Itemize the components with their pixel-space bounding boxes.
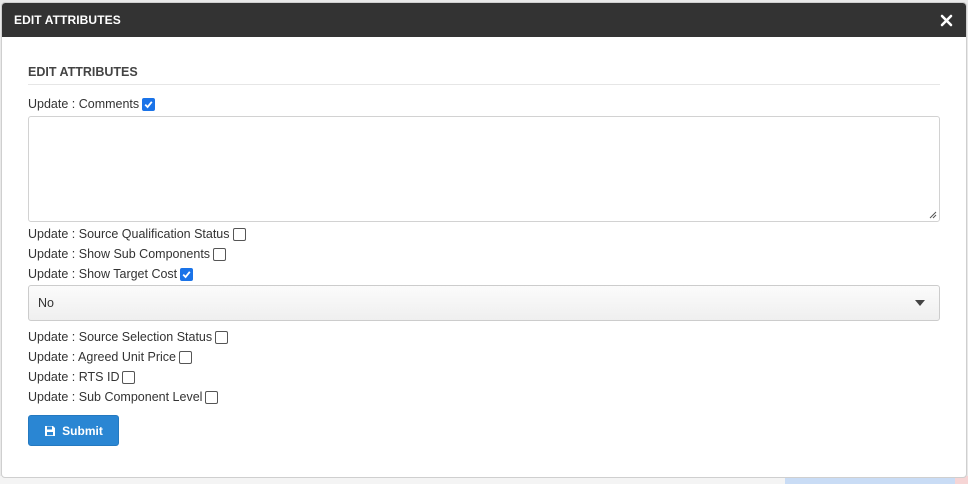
rts-id-label: Update : RTS ID (28, 370, 120, 384)
dialog-body: EDIT ATTRIBUTES Update : Comments Update… (2, 37, 966, 446)
resize-grip-icon[interactable] (927, 209, 937, 219)
comments-textarea[interactable] (28, 116, 940, 222)
rts-id-row: Update : RTS ID (28, 367, 940, 387)
comments-row: Update : Comments (28, 94, 940, 114)
source-qualification-status-row: Update : Source Qualification Status (28, 224, 940, 244)
show-sub-components-label: Update : Show Sub Components (28, 247, 211, 261)
submit-button-label: Submit (62, 423, 103, 438)
show-sub-components-row: Update : Show Sub Components (28, 244, 940, 264)
source-selection-status-row: Update : Source Selection Status (28, 327, 940, 347)
sub-component-level-checkbox[interactable] (205, 390, 219, 404)
source-qualification-status-label: Update : Source Qualification Status (28, 227, 230, 241)
sub-component-level-label: Update : Sub Component Level (28, 390, 203, 404)
source-selection-status-label: Update : Source Selection Status (28, 330, 213, 344)
show-sub-components-checkbox[interactable] (213, 247, 227, 261)
section-title: EDIT ATTRIBUTES (28, 65, 940, 85)
edit-attributes-dialog: EDIT ATTRIBUTES EDIT ATTRIBUTES Update :… (1, 2, 967, 478)
agreed-unit-price-row: Update : Agreed Unit Price (28, 347, 940, 367)
floppy-disk-icon (45, 425, 56, 436)
agreed-unit-price-checkbox[interactable] (179, 350, 192, 364)
show-target-cost-select[interactable]: No (28, 285, 940, 321)
show-target-cost-row: Update : Show Target Cost (28, 264, 940, 284)
rts-id-checkbox[interactable] (122, 370, 136, 384)
dialog-title: EDIT ATTRIBUTES (14, 13, 121, 27)
dialog-header: EDIT ATTRIBUTES (2, 3, 966, 37)
sub-component-level-row: Update : Sub Component Level (28, 387, 940, 407)
submit-button[interactable]: Submit (28, 415, 119, 446)
show-target-cost-label: Update : Show Target Cost (28, 267, 178, 281)
show-target-cost-checkbox[interactable] (180, 267, 194, 281)
chevron-down-icon (915, 300, 925, 306)
agreed-unit-price-label: Update : Agreed Unit Price (28, 350, 176, 364)
close-icon[interactable] (938, 12, 954, 28)
show-target-cost-select-value: No (38, 296, 54, 310)
comments-checkbox[interactable] (142, 97, 156, 111)
source-qualification-status-checkbox[interactable] (232, 227, 246, 241)
source-selection-status-checkbox[interactable] (215, 330, 229, 344)
comments-label: Update : Comments (28, 97, 140, 111)
